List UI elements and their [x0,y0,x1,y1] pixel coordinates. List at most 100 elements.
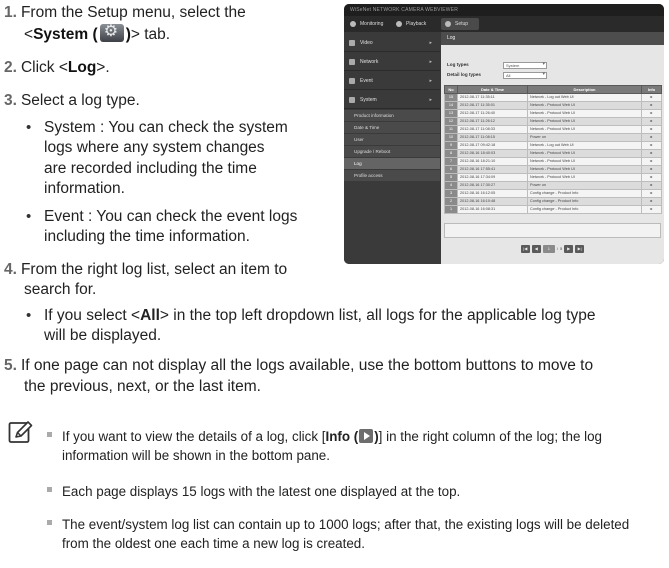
row-date-time: 2012-08-17 11:35:11 [457,93,528,102]
info-play-icon[interactable]: ▸ [641,197,662,206]
row-description: Network - Protocol Web UI [527,165,642,174]
next-page-button[interactable]: ▶ [564,245,574,253]
step-2: 2. Click <Log>. [4,59,110,76]
table-row[interactable]: 14 2012-08-17 11:35:01 Network - Protocol … [444,101,662,110]
row-number: 4 [444,181,458,190]
info-play-icon[interactable]: ▸ [641,173,662,182]
info-play-icon[interactable]: ▸ [641,117,662,126]
row-description: Network - Protocol Web UI [527,117,642,126]
sub-bullet-all: • If you select <All> in the top left dr… [26,307,596,345]
info-play-icon[interactable]: ▸ [641,189,662,198]
submenu-upgrade-reboot[interactable]: Upgrade / Reboot [344,146,440,157]
table-row[interactable]: 13 2012-08-17 11:26:40 Network - Protocol … [444,109,662,118]
info-play-icon[interactable]: ▸ [641,181,662,190]
prev-page-button[interactable]: ◀ [531,245,541,253]
submenu-date-time[interactable]: Date & Time [344,122,440,133]
info-play-icon[interactable]: ▸ [641,157,662,166]
row-date-time: 2012-08-17 11:08:15 [457,133,528,142]
row-date-time: 2012-08-16 16:10:48 [457,197,528,206]
info-play-icon[interactable]: ▸ [641,141,662,150]
table-row[interactable]: 8 2012-08-16 18:40:03 Network - Protocol W… [444,149,662,158]
row-date-time: 2012-08-16 17:55:41 [457,165,528,174]
table-row[interactable]: 2 2012-08-16 16:10:48 Config change - Prod… [444,197,662,206]
row-date-time: 2012-08-16 18:40:03 [457,149,528,158]
row-number: 12 [444,117,458,126]
row-number: 2 [444,197,458,206]
log-detail-pane [444,223,661,238]
step-4: 4. From the right log list, select an ite… [4,261,288,278]
detail-log-types-select[interactable]: All [503,72,547,79]
row-date-time: 2012-08-16 17:30:27 [457,181,528,190]
log-types-label: Log types [447,62,469,67]
info-play-icon[interactable]: ▸ [641,133,662,142]
row-description: Network - Protocol Web UI [527,109,642,118]
row-number: 8 [444,149,458,158]
table-row[interactable]: 7 2012-08-16 18:21:10 Network - Protocol W… [444,157,662,166]
nav-playback[interactable]: Playback [392,18,436,30]
table-row[interactable]: 1 2012-08-16 16:08:31 Config change - Prod… [444,205,662,214]
row-number: 14 [444,101,458,110]
row-number: 15 [444,93,458,102]
bullet-dot: • [26,307,32,324]
info-play-icon[interactable]: ▸ [641,93,662,102]
play-icon [359,429,374,443]
table-row[interactable]: 3 2012-08-16 16:12:05 Config change - Prod… [444,189,662,198]
table-row[interactable]: 12 2012-08-17 11:26:12 Network - Protocol … [444,117,662,126]
log-types-select[interactable]: System [503,62,547,69]
info-play-icon[interactable]: ▸ [641,125,662,134]
submenu-log[interactable]: Log [344,158,440,169]
table-row[interactable]: 9 2012-08-17 09:42:18 Network - Log out We… [444,141,662,150]
row-date-time: 2012-08-17 11:35:01 [457,101,528,110]
info-play-icon[interactable]: ▸ [641,149,662,158]
bullet-dot: • [26,119,32,136]
row-description: Network - Log out Web UI [527,93,642,102]
table-row[interactable]: 10 2012-08-17 11:08:15 Power on ▸ [444,133,662,142]
pagination: |◀ ◀ 1/5 ▶ ▶| [441,245,664,255]
log-panel-title: Log [441,32,664,45]
row-date-time: 2012-08-17 11:26:12 [457,117,528,126]
row-description: Network - Protocol Web UI [527,149,642,158]
sidebar-item-network[interactable]: Network [344,53,440,71]
info-play-icon[interactable]: ▸ [641,109,662,118]
table-row[interactable]: 5 2012-08-16 17:34:09 Network - Protocol W… [444,173,662,182]
submenu-product-information[interactable]: Product information [344,110,440,121]
column-header-info: Info [641,85,662,94]
row-date-time: 2012-08-16 17:34:09 [457,173,528,182]
row-description: Network - Log out Web UI [527,141,642,150]
bullet-dot: • [26,208,32,225]
row-number: 1 [444,205,458,214]
log-table: No Date & Time Description Info 15 2012-0… [444,85,662,214]
step-5: 5. If one page can not display all the lo… [4,357,594,374]
nav-monitoring[interactable]: Monitoring [346,18,390,30]
table-row[interactable]: 4 2012-08-16 17:30:27 Power on ▸ [444,181,662,190]
row-number: 11 [444,125,458,134]
detail-log-types-label: Detail log types [447,72,481,77]
row-number: 9 [444,141,458,150]
row-date-time: 2012-08-17 11:26:40 [457,109,528,118]
table-row[interactable]: 11 2012-08-17 11:08:33 Network - Protocol … [444,125,662,134]
row-description: Config change - Product Info [527,205,642,214]
step-3: 3. Select a log type. [4,92,140,109]
sidebar-item-event[interactable]: Event [344,72,440,90]
note-bullet [47,520,52,525]
first-page-button[interactable]: |◀ [520,245,530,253]
row-number: 5 [444,173,458,182]
info-play-icon[interactable]: ▸ [641,205,662,214]
log-panel: Log Log types System Detail log types Al… [441,32,664,264]
sidebar-item-video[interactable]: Video [344,34,440,52]
row-description: Config change - Product Info [527,189,642,198]
nav-setup[interactable]: Setup [441,18,479,30]
setup-sidebar: Video Network Event System Product infor… [344,32,440,264]
current-page[interactable]: 1 [542,245,555,253]
info-play-icon[interactable]: ▸ [641,101,662,110]
last-page-button[interactable]: ▶| [575,245,585,253]
table-row[interactable]: 15 2012-08-17 11:35:11 Network - Log out W… [444,93,662,102]
info-play-icon[interactable]: ▸ [641,165,662,174]
note-page-size: Each page displays 15 logs with the late… [47,482,460,501]
submenu-profile-access[interactable]: Profile access [344,170,440,181]
sub-bullet-system: • System : You can check the system logs… [26,119,288,198]
row-description: Network - Protocol Web UI [527,157,642,166]
sidebar-item-system[interactable]: System [344,91,440,109]
submenu-user[interactable]: User [344,134,440,145]
table-row[interactable]: 6 2012-08-16 17:55:41 Network - Protocol W… [444,165,662,174]
